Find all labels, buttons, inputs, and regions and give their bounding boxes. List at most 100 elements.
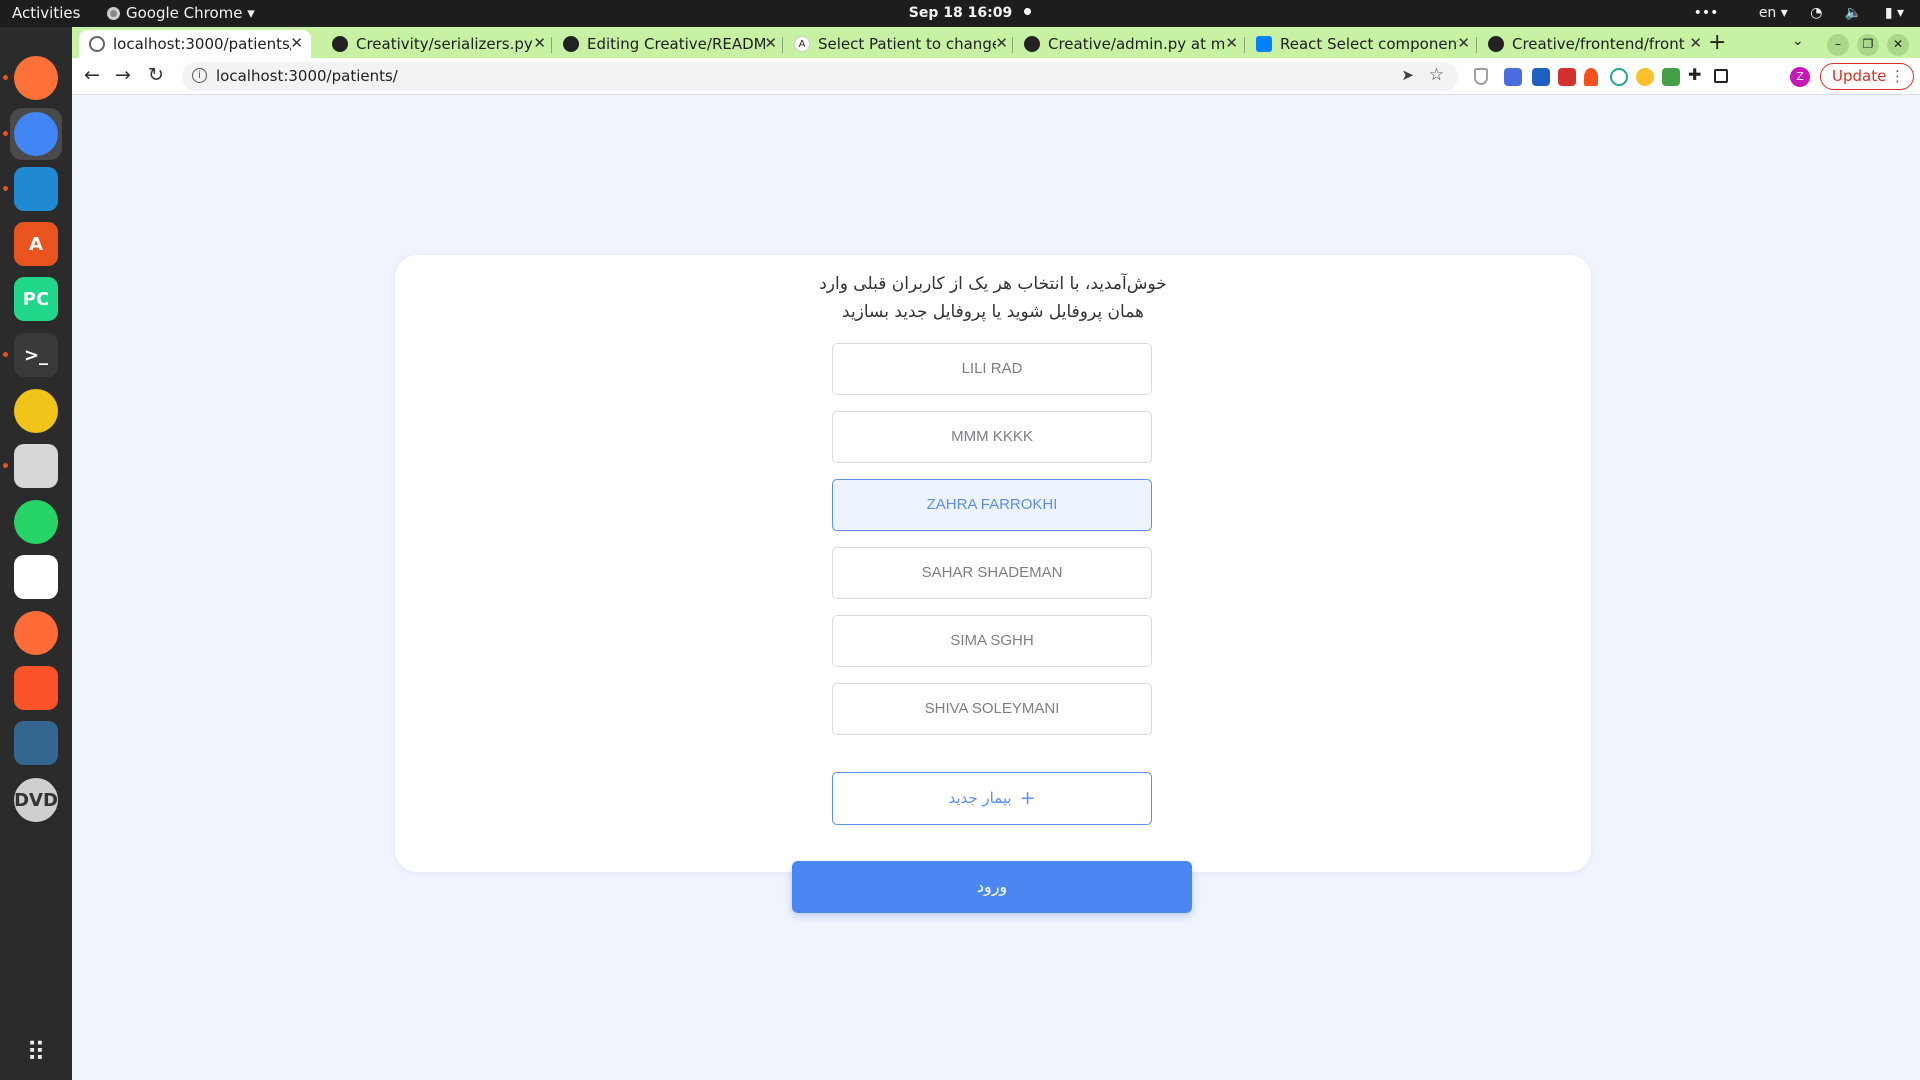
page-content: خوش‌آمدید، با انتخاب هر یک از کاربران قب…	[72, 96, 1920, 1080]
new-tab-button[interactable]: +	[1708, 30, 1726, 55]
browser-toolbar: ← → ↻ i localhost:3000/patients/ ➤ ☆ ✚ Z…	[72, 58, 1920, 95]
flame-extension-icon[interactable]	[1584, 68, 1598, 86]
close-tab-icon[interactable]: ✕	[764, 34, 777, 52]
dock-item-dvd[interactable]: DVD	[10, 774, 62, 826]
minimize-button[interactable]: –	[1827, 34, 1849, 56]
app-menu[interactable]: Google Chrome ▾	[107, 0, 255, 27]
tab-4[interactable]: A Select Patient to change ✕	[784, 30, 1016, 58]
volume-icon[interactable]: 🔈	[1845, 5, 1862, 21]
pgadmin-icon	[14, 721, 58, 765]
running-indicator	[3, 131, 8, 136]
tab-strip: localhost:3000/patients/✕ Creativity/seri…	[72, 27, 1920, 58]
firefox-icon	[14, 56, 58, 100]
close-tab-icon[interactable]: ✕	[995, 34, 1008, 52]
show-applications-icon[interactable]: ⠿	[10, 1027, 62, 1079]
patient-button[interactable]: ZAHRA FARROKHI	[832, 479, 1152, 531]
close-tab-icon[interactable]: ✕	[1225, 34, 1238, 52]
extensions-puzzle-icon[interactable]: ✚	[1688, 65, 1706, 84]
close-tab-icon[interactable]: ✕	[1689, 34, 1702, 52]
wifi-icon[interactable]: ◔	[1810, 5, 1822, 21]
chrome-app-icon	[107, 7, 120, 20]
tab-title: localhost:3000/patients/	[113, 35, 291, 53]
dock-item-pgadmin[interactable]	[10, 717, 62, 769]
linkedin-extension-icon[interactable]	[1532, 68, 1550, 86]
dock-item-text-editor[interactable]	[10, 551, 62, 603]
recording-dot-icon	[1024, 8, 1032, 15]
dock-item-files[interactable]	[10, 440, 62, 492]
tab-title: Creativity/serializers.py	[356, 35, 533, 53]
url-text[interactable]: localhost:3000/patients/	[216, 67, 398, 85]
site-info-icon[interactable]: i	[192, 68, 207, 83]
clock[interactable]: Sep 18 16:09	[900, 0, 1040, 27]
address-bar[interactable]: i localhost:3000/patients/ ➤ ☆	[182, 62, 1458, 91]
files-icon	[14, 444, 58, 488]
close-window-button[interactable]: ✕	[1887, 34, 1909, 56]
dock-item-postman[interactable]	[10, 607, 62, 659]
forward-button[interactable]: →	[115, 64, 131, 86]
tab-5[interactable]: Creative/admin.py at ma ✕	[1014, 30, 1246, 58]
dock-item-vscode[interactable]	[10, 163, 62, 215]
battery-icon[interactable]: ▮ ▾	[1885, 5, 1904, 21]
system-tray[interactable]: ••• en ▾ ◔ 🔈 ▮ ▾	[1676, 0, 1904, 27]
side-panel-icon[interactable]	[1714, 69, 1728, 83]
text-editor-icon	[14, 555, 58, 599]
running-indicator	[3, 352, 8, 357]
dock-item-whatsapp[interactable]	[10, 496, 62, 548]
profile-avatar[interactable]: Z	[1790, 67, 1810, 87]
tab-2[interactable]: Creativity/serializers.py ✕	[322, 30, 554, 58]
red-extension-icon[interactable]	[1558, 68, 1576, 86]
send-icon[interactable]: ➤	[1401, 66, 1414, 84]
patient-button[interactable]: SIMA SGHH	[832, 615, 1152, 667]
update-label: Update	[1832, 67, 1887, 85]
tab-3[interactable]: Editing Creative/README ✕	[553, 30, 785, 58]
github-icon	[332, 36, 348, 52]
green-extension-icon[interactable]	[1662, 68, 1680, 86]
new-patient-button[interactable]: + بیمار جدید	[832, 772, 1152, 825]
tab-1[interactable]: localhost:3000/patients/✕	[79, 30, 311, 58]
login-button[interactable]: ورود	[792, 861, 1192, 913]
tab-title: Select Patient to change	[818, 35, 996, 53]
tab-6[interactable]: React Select component ✕	[1246, 30, 1478, 58]
bookmark-star-icon[interactable]: ☆	[1429, 65, 1444, 85]
language-indicator[interactable]: en ▾	[1741, 5, 1788, 21]
back-button[interactable]: ←	[84, 64, 100, 86]
tab-title: Creative/frontend/front	[1512, 35, 1685, 53]
whatsapp-icon	[14, 500, 58, 544]
plus-icon: +	[1019, 787, 1036, 809]
dock-item-chrome[interactable]	[10, 108, 62, 160]
update-button[interactable]: Update ⋮	[1820, 63, 1914, 90]
close-tab-icon[interactable]: ✕	[533, 34, 546, 52]
tab-separator	[1476, 37, 1477, 53]
tab-7[interactable]: Creative/frontend/front ✕	[1478, 30, 1710, 58]
dock-item-rhythmbox[interactable]	[10, 385, 62, 437]
software-center-icon: A	[14, 222, 58, 266]
more-icon[interactable]: •••	[1694, 5, 1719, 21]
tab-title: Creative/admin.py at ma	[1048, 35, 1226, 53]
patient-button[interactable]: SAHAR SHADEMAN	[832, 547, 1152, 599]
django-icon: A	[794, 36, 810, 52]
patient-button[interactable]: SHIVA SOLEYMANI	[832, 683, 1152, 735]
dock-item-software-center[interactable]: A	[10, 218, 62, 270]
mui-icon	[1256, 36, 1272, 52]
tab-search-chevron-icon[interactable]: ⌄	[1792, 33, 1804, 49]
dock-item-firefox[interactable]	[10, 52, 62, 104]
sun-extension-icon[interactable]	[1636, 68, 1654, 86]
close-tab-icon[interactable]: ✕	[290, 34, 303, 52]
postman-icon	[14, 611, 58, 655]
dock: A PC >_ DVD ⠿	[0, 27, 72, 1080]
patient-button[interactable]: LILI RAD	[832, 343, 1152, 395]
teal-extension-icon[interactable]	[1610, 68, 1628, 86]
dock-item-brave[interactable]	[10, 662, 62, 714]
shield-extension-icon[interactable]	[1474, 68, 1488, 85]
maximize-button[interactable]: ❐	[1857, 34, 1879, 56]
dock-item-terminal[interactable]: >_	[10, 329, 62, 381]
close-tab-icon[interactable]: ✕	[1457, 34, 1470, 52]
dock-item-pycharm[interactable]: PC	[10, 273, 62, 325]
chrome-icon	[14, 112, 58, 156]
kebab-menu-icon: ⋮	[1890, 67, 1905, 85]
running-indicator	[3, 75, 8, 80]
activities-button[interactable]: Activities	[12, 0, 80, 27]
patient-button[interactable]: MMM KKKK	[832, 411, 1152, 463]
translate-extension-icon[interactable]	[1504, 68, 1522, 86]
reload-button[interactable]: ↻	[148, 64, 164, 86]
